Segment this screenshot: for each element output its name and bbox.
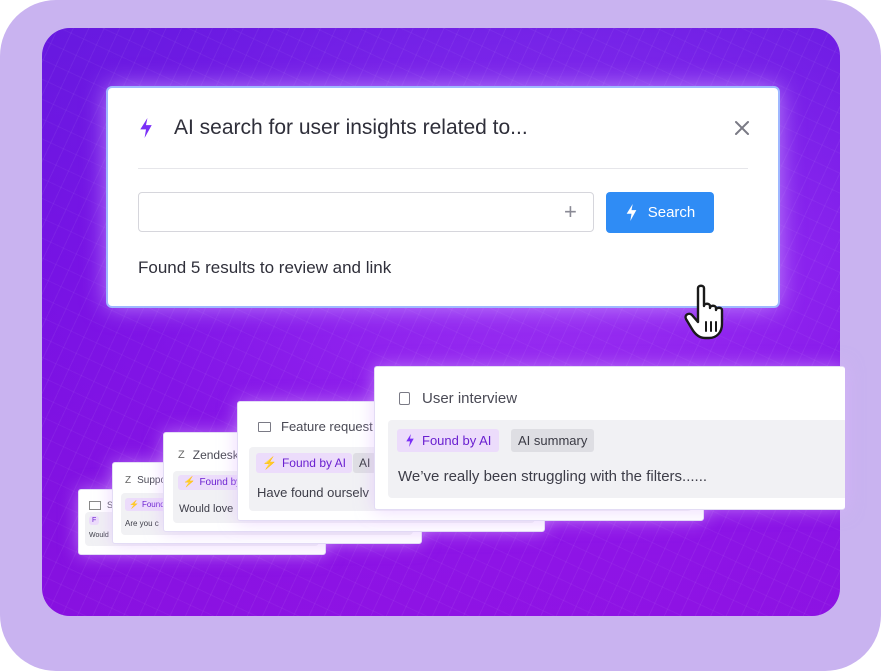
zendesk-icon: Z [178,449,185,461]
result-card-user-interview[interactable]: User interview Found by AI AI summary We… [374,366,845,510]
card-snippet: Would [89,532,109,539]
found-by-ai-tag: ⚡ Found by [178,475,247,490]
card-snippet: Are you c [125,519,159,528]
lightning-bolt-icon [406,434,414,447]
mail-icon [258,421,271,432]
card-snippet: Would love [179,503,234,515]
zendesk-icon: Z [125,475,132,486]
results-count-text: Found 5 results to review and link [138,258,392,277]
search-button[interactable]: Search [606,192,714,233]
clipboard-icon [399,392,410,405]
dialog-title: AI search for user insights related to..… [174,116,528,139]
lightning-bolt-icon [140,118,152,138]
card-title: Feature request [281,419,373,434]
ai-summary-tag: AI [353,453,377,473]
found-by-ai-tag: Found by AI [397,429,500,452]
lightning-bolt-icon [626,204,637,221]
found-by-ai-tag: ⚡ Found by AI [256,453,352,473]
search-input[interactable] [138,192,594,232]
plus-icon[interactable]: + [564,201,577,223]
found-by-ai-tag: F [89,516,100,525]
card-snippet: We’ve really been struggling with the fi… [398,468,708,485]
card-title: Zendesk [192,448,239,462]
ai-search-dialog: AI search for user insights related to..… [106,86,780,308]
search-button-label: Search [647,204,696,221]
ai-summary-tag: AI summary [511,429,595,452]
close-icon[interactable] [732,118,752,138]
hand-pointer-icon [684,284,724,340]
card-title: User interview [422,390,518,407]
card-title: Suppo [137,475,167,486]
divider [138,168,748,169]
card-snippet: Have found ourselv [257,485,370,500]
mail-icon [89,500,101,510]
